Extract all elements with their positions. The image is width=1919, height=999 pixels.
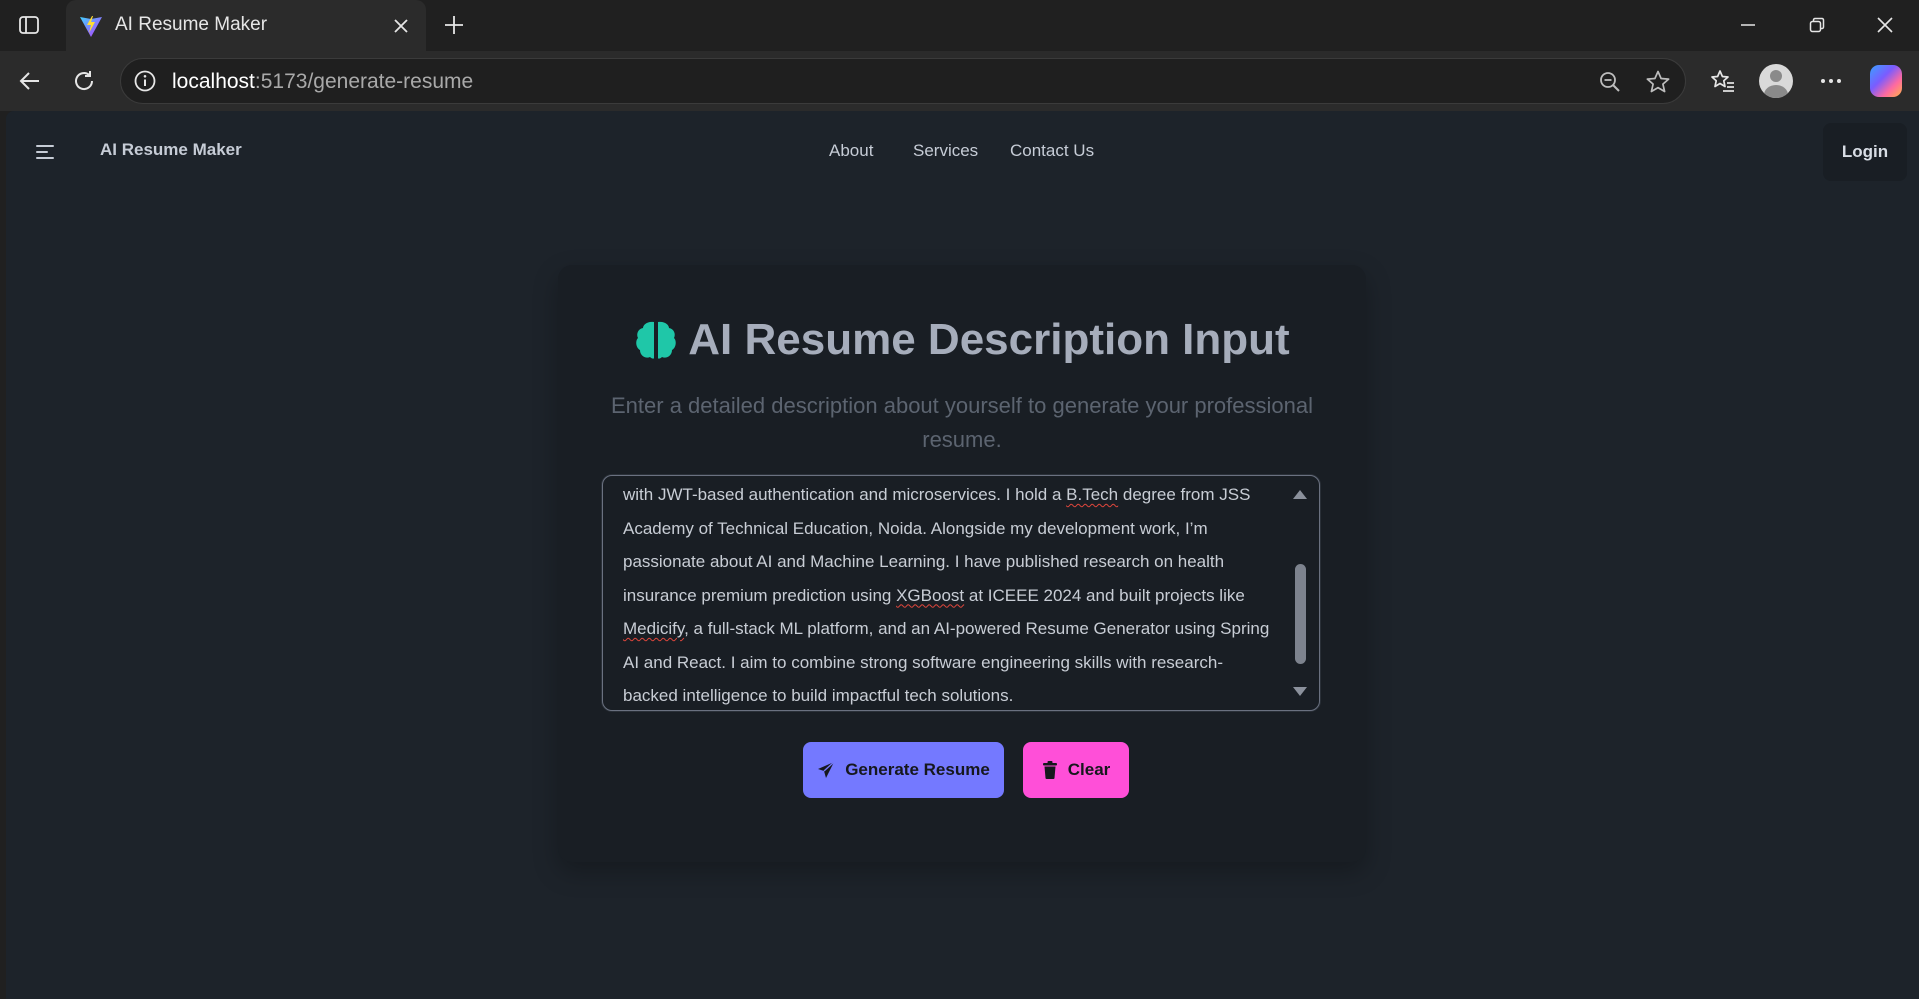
profile-avatar[interactable] (1758, 63, 1794, 99)
browser-tab-active[interactable]: AI Resume Maker (66, 0, 426, 51)
nav-link-about[interactable]: About (829, 141, 873, 161)
restore-icon[interactable] (1797, 8, 1837, 42)
favorites-icon[interactable] (1705, 63, 1741, 99)
trash-icon (1042, 761, 1057, 779)
refresh-icon[interactable] (66, 63, 102, 99)
clear-label: Clear (1067, 760, 1111, 779)
minimize-icon[interactable] (1728, 8, 1768, 42)
plus-icon[interactable] (439, 10, 469, 40)
tab-title: AI Resume Maker (115, 14, 268, 35)
card-title-text: AI Resume Description Input (688, 315, 1290, 364)
page-title: AI Resume Description Input (558, 315, 1366, 365)
scrollbar-thumb[interactable] (1295, 564, 1306, 664)
browser-tab-bar: AI Resume Maker (0, 0, 1919, 51)
paper-plane-icon (818, 761, 835, 778)
brand-title[interactable]: AI Resume Maker (100, 140, 242, 160)
sidebar-icon[interactable] (16, 12, 42, 38)
nav-link-contact-us[interactable]: Contact Us (1010, 141, 1094, 161)
browser-toolbar: localhost:5173/generate-resume (0, 51, 1919, 111)
scroll-down-arrow[interactable] (1293, 687, 1307, 696)
window-close-icon[interactable] (1865, 8, 1905, 42)
textarea-content[interactable]: with JWT-based authentication and micros… (623, 478, 1273, 713)
close-icon[interactable] (388, 13, 414, 39)
address-bar[interactable]: localhost:5173/generate-resume (120, 58, 1686, 104)
back-icon[interactable] (12, 63, 48, 99)
url-path: :5173/generate-resume (254, 70, 474, 93)
star-icon[interactable] (1645, 69, 1671, 95)
brain-icon (636, 321, 677, 359)
spellcheck-word: XGBoost (896, 585, 965, 605)
spellcheck-word: Medicify (623, 619, 685, 638)
login-button[interactable]: Login (1823, 123, 1907, 181)
more-icon[interactable] (1813, 63, 1849, 99)
zoom-out-icon[interactable] (1597, 69, 1623, 95)
clear-button[interactable]: Clear (1023, 742, 1129, 798)
vite-favicon (78, 13, 104, 39)
hamburger-icon[interactable] (36, 141, 58, 163)
page-viewport: AI Resume Maker About Services Contact U… (6, 111, 1919, 999)
card-subtitle: Enter a detailed description about yours… (611, 393, 1313, 452)
url-text[interactable]: localhost:5173/generate-resume (172, 70, 473, 94)
copilot-icon[interactable] (1868, 63, 1904, 99)
description-textarea[interactable]: with JWT-based authentication and micros… (602, 475, 1320, 711)
nav-link-services[interactable]: Services (913, 141, 978, 161)
generate-resume-label: Generate Resume (845, 760, 990, 779)
scroll-up-arrow[interactable] (1293, 490, 1307, 499)
info-icon[interactable] (133, 69, 157, 93)
spellcheck-word: B.Tech (1066, 485, 1119, 504)
resume-input-card: AI Resume Description Input Enter a deta… (558, 265, 1366, 862)
app-navbar: AI Resume Maker About Services Contact U… (6, 111, 1919, 193)
url-host: localhost (172, 70, 255, 93)
generate-resume-button[interactable]: Generate Resume (803, 742, 1004, 798)
